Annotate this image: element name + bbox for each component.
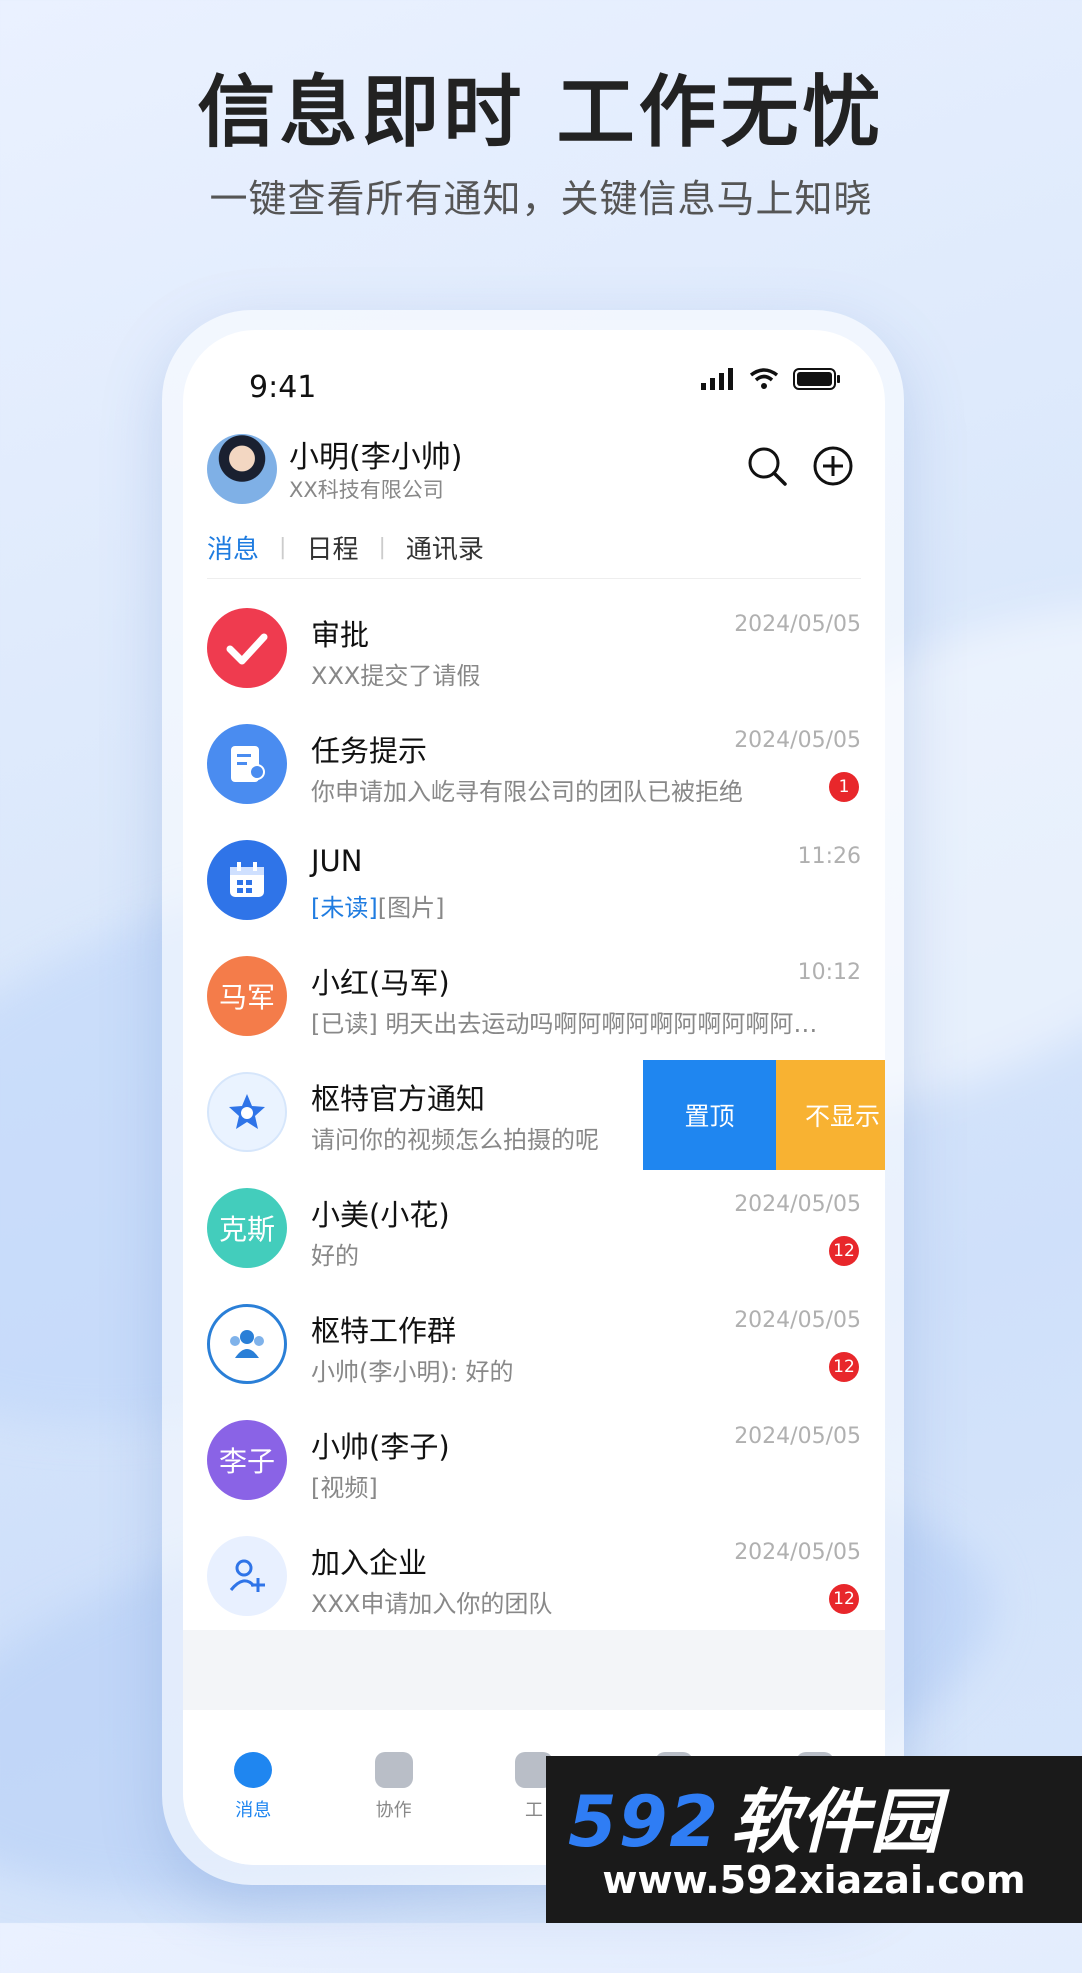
item-date: 2024/05/05: [734, 1540, 861, 1565]
pin-button[interactable]: 置顶: [643, 1060, 776, 1170]
list-footer: [183, 1630, 885, 1710]
avatar[interactable]: [207, 434, 277, 504]
task-card-icon: [207, 724, 287, 804]
item-title: 任务提示: [311, 734, 428, 768]
item-preview: 好的: [311, 1242, 359, 1270]
divider: [207, 578, 861, 579]
item-preview: [视频]: [311, 1474, 378, 1502]
item-date: 2024/05/05: [734, 728, 861, 753]
list-item[interactable]: 审批 XXX提交了请假 2024/05/05: [183, 590, 885, 706]
watermark-brand: 592 软件园: [568, 1766, 940, 1867]
list-item[interactable]: JUN [未读][图片] 11:26: [183, 822, 885, 938]
unread-badge: 12: [829, 1584, 859, 1614]
list-item[interactable]: 枢特官方通知 请问你的视频怎么拍摄的呢 置顶 不显示: [183, 1054, 885, 1170]
unread-tag: [未读]: [311, 894, 378, 922]
item-title: 枢特官方通知: [311, 1082, 486, 1116]
unread-badge: 12: [829, 1352, 859, 1382]
tabbar-item-messages[interactable]: 消息: [183, 1710, 323, 1865]
list-item[interactable]: 枢特工作群 小帅(李小明): 好的 2024/05/05 12: [183, 1286, 885, 1402]
item-title: 小帅(李子): [311, 1430, 450, 1464]
wifi-icon: [749, 368, 779, 389]
item-date: 11:26: [797, 844, 861, 869]
status-bar: 9:41: [183, 330, 885, 430]
list-item[interactable]: 克斯 小美(小花) 好的 2024/05/05 12: [183, 1170, 885, 1286]
contact-avatar: 马军: [207, 956, 287, 1036]
group-icon: [207, 1304, 287, 1384]
item-title: 小美(小花): [311, 1198, 450, 1232]
item-preview: XXX提交了请假: [311, 662, 481, 690]
item-date: 2024/05/05: [734, 1424, 861, 1449]
unread-badge: 1: [829, 772, 859, 802]
contact-avatar: 李子: [207, 1420, 287, 1500]
tab-separator: |: [279, 534, 287, 560]
item-title: 小红(马军): [311, 966, 450, 1000]
company-name: XX科技有限公司: [289, 478, 444, 502]
item-preview: 你申请加入屹寻有限公司的团队已被拒绝: [311, 778, 743, 806]
list-item[interactable]: 任务提示 你申请加入屹寻有限公司的团队已被拒绝 2024/05/05 1: [183, 706, 885, 822]
promo-headline: 信息即时 工作无忧: [197, 68, 885, 158]
battery-icon: [793, 368, 840, 390]
tabbar-label: 协作: [375, 1800, 412, 1821]
item-title: 加入企业: [311, 1546, 428, 1580]
watermark: 592 软件园 www.592xiazai.com: [546, 1756, 1082, 1923]
watermark-url: www.592xiazai.com: [602, 1858, 1026, 1902]
tabbar-label: 消息: [235, 1800, 272, 1821]
item-date: 2024/05/05: [734, 1192, 861, 1217]
item-date: 2024/05/05: [734, 1308, 861, 1333]
collab-icon: [374, 1752, 413, 1788]
item-title: JUN: [311, 844, 363, 878]
list-item[interactable]: 马军 小红(马军) [已读] 明天出去运动吗啊阿啊阿啊阿啊阿啊阿… 10:12: [183, 938, 885, 1054]
top-tabs: 消息 | 日程 | 通讯录: [207, 522, 484, 572]
promo-subline: 一键查看所有通知，关键信息马上知晓: [209, 177, 873, 221]
tab-contacts[interactable]: 通讯录: [406, 529, 484, 566]
tabbar-label: 工: [525, 1800, 544, 1821]
phone-screen: 9:41 小明(李小帅) XX科技有限公司 消息 | 日程 | 通讯录 审批 X…: [183, 330, 885, 1865]
add-user-icon: [207, 1536, 287, 1616]
item-date: 2024/05/05: [734, 612, 861, 637]
item-title: 审批: [311, 618, 370, 652]
check-heart-icon: [207, 608, 287, 688]
swipe-actions: 置顶 不显示: [643, 1060, 885, 1170]
item-preview: XXX申请加入你的团队: [311, 1590, 553, 1618]
item-preview: [未读][图片]: [311, 888, 444, 923]
list-item[interactable]: 加入企业 XXX申请加入你的团队 2024/05/05 12: [183, 1518, 885, 1634]
unread-badge: 12: [829, 1236, 859, 1266]
item-preview: 小帅(李小明): 好的: [311, 1358, 514, 1386]
calendar-icon: [207, 840, 287, 920]
watermark-brand-number: 592: [568, 1781, 721, 1863]
profile-header: 小明(李小帅) XX科技有限公司: [207, 430, 861, 510]
tab-separator: |: [378, 534, 386, 560]
item-preview-text: [图片]: [377, 894, 445, 922]
item-preview: 请问你的视频怎么拍摄的呢: [311, 1126, 599, 1154]
user-name: 小明(李小帅): [289, 440, 463, 475]
item-date: 10:12: [797, 960, 861, 985]
item-preview: [已读] 明天出去运动吗啊阿啊阿啊阿啊阿啊阿…: [311, 1010, 818, 1038]
tab-messages[interactable]: 消息: [207, 529, 259, 566]
star-icon: [207, 1072, 287, 1152]
contact-avatar: 克斯: [207, 1188, 287, 1268]
item-title: 枢特工作群: [311, 1314, 457, 1348]
add-circle-icon[interactable]: [811, 444, 855, 488]
watermark-brand-text: 软件园: [730, 1781, 941, 1863]
chat-icon: [234, 1752, 273, 1788]
list-item[interactable]: 李子 小帅(李子) [视频] 2024/05/05: [183, 1402, 885, 1518]
search-icon[interactable]: [745, 444, 789, 488]
tab-schedule[interactable]: 日程: [306, 529, 358, 566]
status-time: 9:41: [249, 370, 317, 405]
message-list: 审批 XXX提交了请假 2024/05/05 任务提示 你申请加入屹寻有限公司的…: [183, 590, 885, 1634]
signal-icon: [701, 368, 733, 390]
hide-button[interactable]: 不显示: [776, 1060, 885, 1170]
tabbar-item-collab[interactable]: 协作: [323, 1710, 463, 1865]
